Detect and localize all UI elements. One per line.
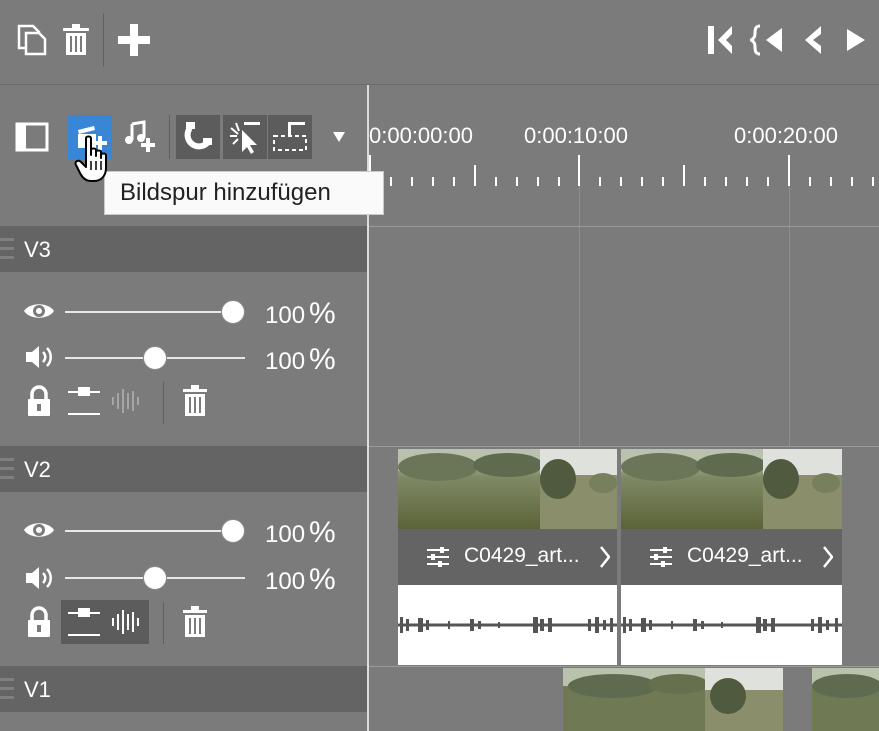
go-to-start-icon[interactable] bbox=[703, 20, 739, 60]
volume-icon[interactable] bbox=[23, 342, 55, 372]
lock-icon[interactable] bbox=[23, 385, 55, 416]
opacity-value: 100% bbox=[265, 297, 336, 330]
expand-chevron-icon[interactable] bbox=[600, 546, 610, 568]
video-mix-icon[interactable] bbox=[66, 386, 102, 416]
audio-mix-icon[interactable] bbox=[110, 607, 142, 637]
track-header-v2[interactable]: V2 bbox=[0, 446, 367, 492]
volume-icon[interactable] bbox=[23, 563, 55, 593]
track-name: V3 bbox=[24, 237, 51, 262]
lane-separator bbox=[369, 226, 879, 227]
grid-line bbox=[789, 186, 790, 446]
video-clip[interactable] bbox=[812, 668, 879, 731]
lane-separator bbox=[369, 666, 879, 667]
clip-settings-icon[interactable] bbox=[649, 545, 673, 569]
previous-frame-icon[interactable] bbox=[795, 20, 829, 60]
play-icon[interactable] bbox=[838, 20, 874, 60]
volume-slider-handle[interactable] bbox=[143, 566, 167, 590]
opacity-slider[interactable] bbox=[65, 530, 233, 532]
video-clip[interactable]: C0429_art... bbox=[621, 449, 842, 665]
lock-icon[interactable] bbox=[23, 606, 55, 637]
video-clip[interactable] bbox=[563, 668, 783, 731]
drag-handle-icon[interactable] bbox=[0, 456, 14, 482]
selection-tool-icon[interactable] bbox=[223, 115, 267, 159]
add-audio-track-icon[interactable] bbox=[118, 115, 162, 159]
track-headers: V3 100% 100% V2 100% 100% V1 bbox=[0, 186, 367, 731]
more-dropdown-icon[interactable] bbox=[324, 115, 354, 159]
timeline-ruler[interactable]: 0:00:00:00 0:00:10:00 0:00:20:00 bbox=[369, 85, 879, 186]
track-header-v1[interactable]: V1 bbox=[0, 666, 367, 712]
previous-marker-icon[interactable] bbox=[748, 20, 788, 60]
audio-waveform bbox=[621, 585, 842, 665]
clip-thumbnail bbox=[621, 449, 842, 529]
video-clip[interactable]: C0429_art... bbox=[398, 449, 617, 665]
copy-icon[interactable] bbox=[12, 20, 52, 60]
track-header-v3[interactable]: V3 bbox=[0, 226, 367, 272]
clip-thumbnail bbox=[812, 668, 879, 731]
opacity-value: 100% bbox=[265, 516, 336, 549]
tooltip: Bildspur hinzufügen bbox=[104, 171, 384, 215]
hand-cursor-icon bbox=[74, 135, 107, 182]
clip-label: C0429_art... bbox=[464, 544, 580, 567]
track-name: V2 bbox=[24, 457, 51, 482]
eye-icon[interactable] bbox=[23, 296, 55, 326]
opacity-slider-handle[interactable] bbox=[221, 300, 245, 324]
magnet-icon[interactable] bbox=[176, 115, 220, 159]
audio-waveform bbox=[398, 585, 617, 665]
drag-handle-icon[interactable] bbox=[0, 676, 14, 702]
plus-icon[interactable] bbox=[114, 20, 154, 60]
clip-label: C0429_art... bbox=[687, 544, 803, 567]
clip-thumbnail bbox=[563, 668, 783, 731]
delete-track-icon[interactable] bbox=[179, 385, 211, 416]
volume-value: 100% bbox=[265, 563, 336, 596]
volume-value: 100% bbox=[265, 343, 336, 376]
audio-mix-icon[interactable] bbox=[110, 386, 142, 416]
top-toolbar bbox=[0, 0, 879, 85]
ruler-ticks bbox=[369, 155, 874, 186]
delete-track-icon[interactable] bbox=[179, 606, 211, 637]
clip-title-bar: C0429_art... bbox=[621, 529, 842, 585]
drag-handle-icon[interactable] bbox=[0, 236, 14, 262]
lane-separator bbox=[369, 446, 879, 447]
clip-thumbnail bbox=[398, 449, 617, 529]
track-tools-separator bbox=[163, 382, 164, 424]
volume-slider-handle[interactable] bbox=[143, 346, 167, 370]
clip-title-bar: C0429_art... bbox=[398, 529, 617, 585]
video-mix-icon[interactable] bbox=[66, 607, 102, 637]
opacity-slider[interactable] bbox=[65, 311, 233, 313]
trim-tool-icon[interactable] bbox=[268, 115, 312, 159]
panel-toggle-icon[interactable] bbox=[10, 115, 54, 159]
eye-icon[interactable] bbox=[23, 515, 55, 545]
opacity-slider-handle[interactable] bbox=[221, 519, 245, 543]
track-name: V1 bbox=[24, 677, 51, 702]
grid-line bbox=[579, 186, 580, 446]
track-tools-separator bbox=[163, 602, 164, 644]
trash-icon[interactable] bbox=[56, 20, 96, 60]
tool-separator bbox=[169, 115, 170, 159]
clip-settings-icon[interactable] bbox=[426, 545, 450, 569]
toolbar-separator bbox=[103, 14, 104, 66]
expand-chevron-icon[interactable] bbox=[823, 546, 833, 568]
